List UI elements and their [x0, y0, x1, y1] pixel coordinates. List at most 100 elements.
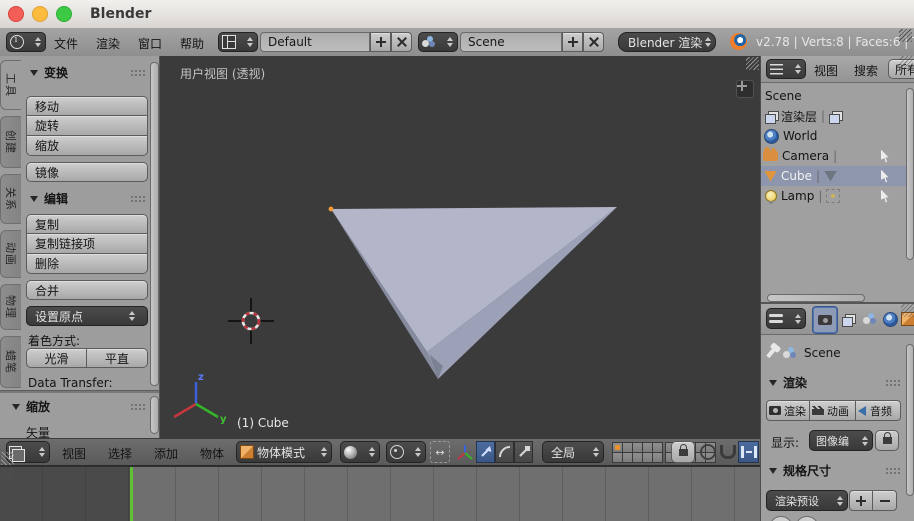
- add-scene-button[interactable]: [562, 32, 583, 52]
- panel-render-header[interactable]: 渲染: [769, 374, 901, 391]
- transform-orientation-dropdown[interactable]: 全局: [542, 441, 604, 463]
- menu-object[interactable]: 物体: [200, 445, 224, 462]
- manipulator-axis-icon[interactable]: [456, 444, 474, 462]
- manipulator-rotate-toggle[interactable]: [495, 441, 514, 463]
- tab-animation[interactable]: 动画: [0, 230, 21, 278]
- editor-type-selector-outliner[interactable]: [766, 59, 806, 79]
- manipulator-translate-toggle[interactable]: [476, 441, 495, 463]
- display-lock-button[interactable]: [875, 430, 899, 451]
- render-still-button[interactable]: 渲染: [766, 400, 810, 421]
- timeline-playhead[interactable]: [130, 467, 133, 521]
- render-preset-dropdown[interactable]: 渲染预设: [766, 490, 848, 511]
- menu-help[interactable]: 帮助: [180, 35, 204, 52]
- outliner-row-lamp[interactable]: Lamp |: [761, 186, 914, 206]
- delete-scene-button[interactable]: [583, 32, 604, 52]
- region-divider[interactable]: [0, 390, 159, 393]
- proportional-edit-toggle[interactable]: [698, 441, 718, 463]
- snap-toggle[interactable]: [718, 441, 738, 463]
- screen-layout-name-field[interactable]: Default: [260, 32, 370, 52]
- mirror-button[interactable]: 镜像: [26, 162, 148, 182]
- rotate-button[interactable]: 旋转: [26, 116, 148, 136]
- duplicate-linked-button[interactable]: 复制链接项: [26, 234, 148, 254]
- set-origin-dropdown[interactable]: 设置原点: [26, 306, 148, 326]
- editor-type-selector-properties[interactable]: [766, 308, 806, 329]
- render-animation-button[interactable]: 动画: [810, 400, 856, 421]
- shade-flat-button[interactable]: 平直: [87, 348, 148, 368]
- pivot-point-dropdown[interactable]: [386, 441, 426, 463]
- outliner-row-world[interactable]: World: [761, 126, 914, 146]
- scale-button[interactable]: 缩放: [26, 136, 148, 156]
- corner-resize-handle[interactable]: [900, 56, 913, 69]
- outliner-menu-view[interactable]: 视图: [814, 62, 838, 79]
- partial-widget[interactable]: [769, 516, 793, 521]
- timeline[interactable]: [0, 466, 760, 521]
- timeline-after-range[interactable]: [133, 467, 760, 521]
- corner-resize-handle[interactable]: [899, 29, 912, 42]
- viewport-shading-dropdown[interactable]: [340, 441, 380, 463]
- delete-layout-button[interactable]: [391, 32, 412, 52]
- tab-render-layers[interactable]: [837, 307, 859, 331]
- outliner-row-renderlayers[interactable]: 渲染层 |: [761, 106, 914, 126]
- tab-scene-properties[interactable]: [859, 307, 881, 331]
- menu-file[interactable]: 文件: [54, 35, 78, 52]
- tab-physics[interactable]: 物理: [0, 284, 21, 330]
- viewport-3d[interactable]: 用户视图 (透视) z y (1) Cube: [160, 56, 760, 438]
- object-cone[interactable]: [160, 56, 760, 438]
- outliner-row-camera[interactable]: Camera |: [761, 146, 914, 166]
- render-engine-dropdown[interactable]: Blender 渲染: [618, 32, 716, 52]
- minimize-window-button[interactable]: [32, 6, 48, 22]
- tab-render-properties[interactable]: [813, 307, 837, 333]
- selectability-cursor-icon[interactable]: [881, 149, 889, 163]
- preset-add-button[interactable]: [849, 490, 873, 511]
- menu-add[interactable]: 添加: [154, 445, 178, 462]
- menu-render[interactable]: 渲染: [96, 35, 120, 52]
- panel-dimensions-header[interactable]: 规格尺寸: [769, 462, 901, 479]
- panel-grip-icon[interactable]: [130, 195, 146, 202]
- properties-scrollbar[interactable]: [906, 344, 914, 496]
- preset-remove-button[interactable]: [873, 490, 897, 511]
- duplicate-button[interactable]: 复制: [26, 214, 148, 234]
- menu-select[interactable]: 选择: [108, 445, 132, 462]
- corner-resize-handle[interactable]: [1, 468, 14, 481]
- snap-element-button[interactable]: [738, 441, 759, 463]
- outliner-hscrollbar[interactable]: [767, 294, 865, 302]
- partial-widget[interactable]: [795, 516, 819, 521]
- manipulate-center-points-toggle[interactable]: ↔: [430, 441, 450, 463]
- panel-grip-icon[interactable]: [885, 467, 901, 474]
- editor-type-selector-info[interactable]: [6, 32, 46, 52]
- outliner-scrollbar[interactable]: [906, 88, 914, 260]
- corner-resize-handle[interactable]: [1, 452, 14, 465]
- move-button[interactable]: 移动: [26, 96, 148, 116]
- display-mode-dropdown[interactable]: 图像编: [809, 430, 873, 451]
- maximize-window-button[interactable]: [56, 6, 72, 22]
- render-audio-button[interactable]: 音频: [856, 400, 901, 421]
- scene-lock-button[interactable]: [671, 441, 695, 463]
- delete-button[interactable]: 删除: [26, 254, 148, 274]
- scene-selector[interactable]: [418, 32, 458, 52]
- close-window-button[interactable]: [8, 6, 24, 22]
- tab-relations[interactable]: 关系: [0, 174, 21, 224]
- panel-grip-icon[interactable]: [885, 379, 901, 386]
- pin-icon[interactable]: [766, 347, 776, 359]
- selectability-cursor-icon[interactable]: [881, 189, 889, 203]
- mode-dropdown[interactable]: 物体模式: [236, 441, 332, 463]
- tab-create[interactable]: 创建: [0, 116, 21, 168]
- scene-name-field[interactable]: Scene: [460, 32, 562, 52]
- menu-window[interactable]: 窗口: [138, 35, 162, 52]
- panel-transform-header[interactable]: 变换: [30, 64, 146, 81]
- corner-resize-handle[interactable]: [901, 304, 914, 317]
- region-expand-button[interactable]: [736, 80, 754, 98]
- tab-grease-pencil[interactable]: 蜡笔: [0, 336, 21, 388]
- add-layout-button[interactable]: [370, 32, 391, 52]
- shade-smooth-button[interactable]: 光滑: [26, 348, 87, 368]
- panel-edit-header[interactable]: 编辑: [30, 190, 146, 207]
- panel-operator-header[interactable]: 缩放: [12, 398, 146, 415]
- join-button[interactable]: 合并: [26, 280, 148, 300]
- outliner-row-cube[interactable]: Cube |: [761, 166, 914, 186]
- screen-layout-selector[interactable]: [218, 32, 258, 52]
- panel-grip-icon[interactable]: [130, 69, 146, 76]
- outliner-row-scene[interactable]: Scene: [761, 86, 914, 106]
- timeline-before-range[interactable]: [0, 467, 130, 521]
- corner-resize-handle[interactable]: [746, 57, 759, 70]
- toolshelf-scrollbar[interactable]: [150, 62, 159, 386]
